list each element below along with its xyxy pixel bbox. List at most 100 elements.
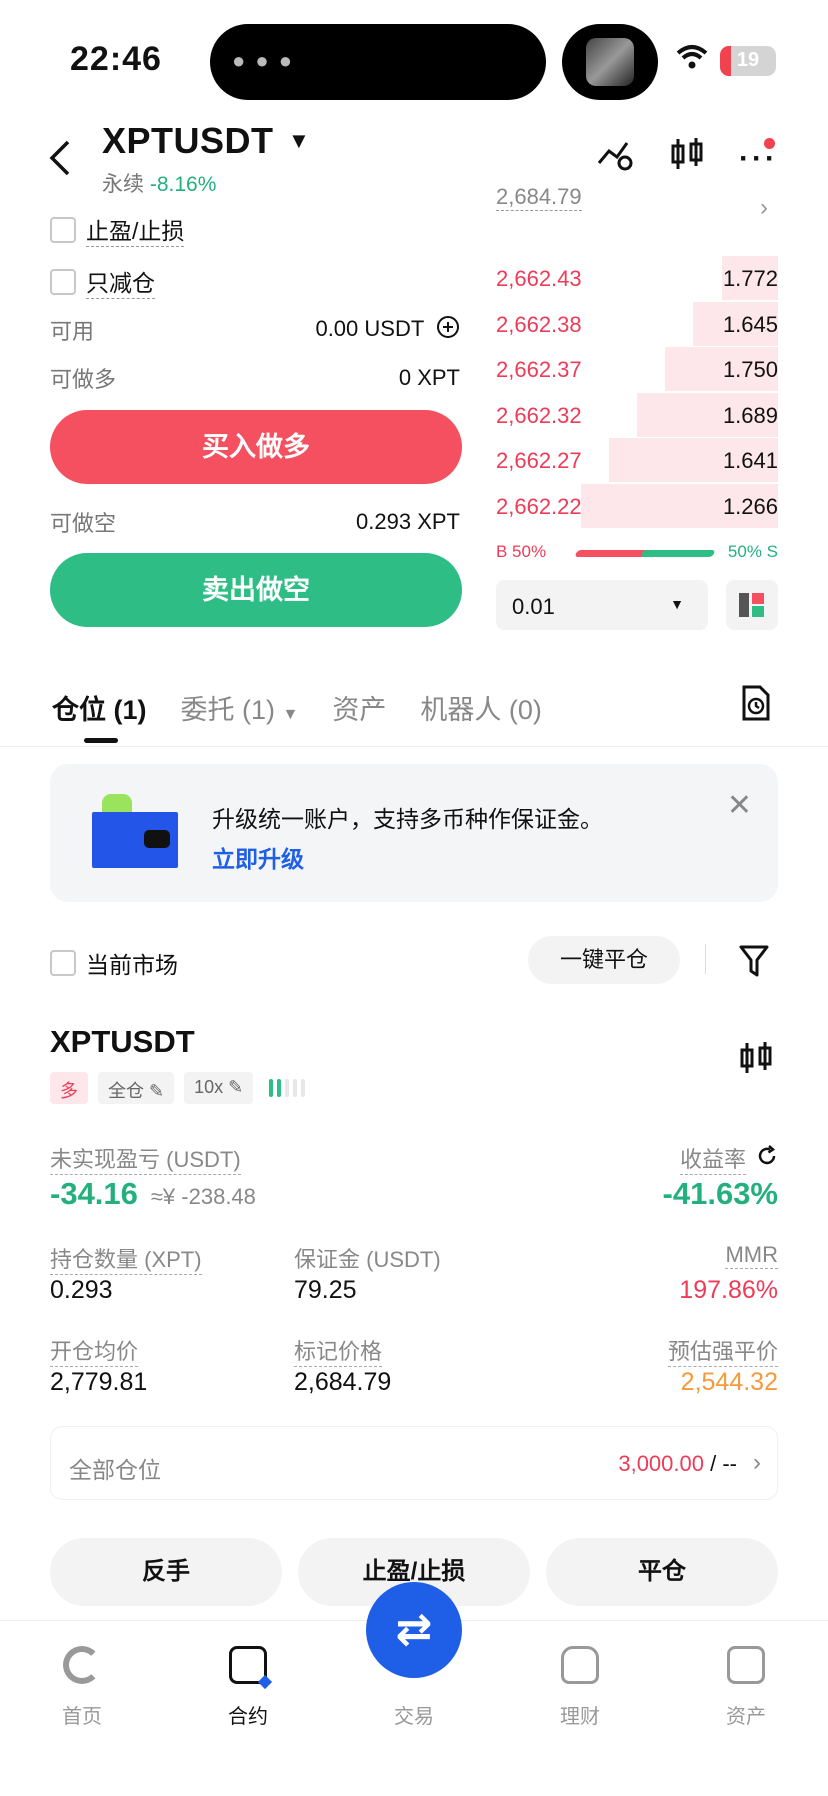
liq-price-value: 2,544.32 (680, 1368, 778, 1396)
caret-down-icon: ▼ (282, 706, 299, 723)
caret-down-icon: ▼ (670, 596, 684, 612)
orderbook-row[interactable]: 2,662.37 1.750 (496, 347, 778, 391)
close-position-button[interactable]: 平仓 (546, 1538, 778, 1606)
nav-finance-label: 理财 (560, 1706, 600, 1728)
tpsl-label: 止盈/止损 (86, 212, 185, 247)
nav-home[interactable]: 首页 (32, 1646, 132, 1729)
back-icon[interactable] (48, 138, 72, 188)
orderbook-row[interactable]: 2,662.22 1.266 (496, 483, 778, 528)
orderbook-row[interactable]: 2,662.32 1.689 (496, 392, 778, 437)
orderbook-row[interactable]: 2,662.38 1.645 (496, 301, 778, 346)
current-market-checkbox[interactable]: 当前市场 (50, 946, 178, 980)
side-tag: 多 (50, 1072, 88, 1104)
nav-assets[interactable]: 资产 (696, 1646, 796, 1729)
size-label: 持仓数量 (XPT) (50, 1242, 202, 1275)
upgrade-banner[interactable]: 升级统一账户，支持多币种作保证金。 立即升级 ✕ (50, 764, 778, 902)
status-bar: 22:46 ● ● ● 19 (0, 0, 828, 120)
leverage-tag[interactable]: 10x ✎ (184, 1072, 254, 1104)
symbol-subtitle: 永续 -8.16% (102, 168, 216, 198)
available-value: 0.00 USDT (315, 315, 460, 345)
wallet-nav-icon (727, 1646, 765, 1684)
ask-qty: 1.645 (722, 311, 778, 337)
filter-icon[interactable] (738, 944, 770, 986)
contract-type: 永续 (102, 173, 144, 196)
contract-icon (229, 1646, 273, 1690)
buy-ratio: B 50% (496, 542, 547, 561)
mmr-label: MMR (725, 1242, 778, 1269)
tab-assets[interactable]: 资产 (332, 688, 386, 727)
candlestick-icon[interactable] (669, 136, 705, 181)
can-short-label: 可做空 (50, 511, 117, 536)
refresh-icon[interactable] (756, 1145, 778, 1172)
position-tabs: 仓位 (1) 委托 (1) ▼ 资产 机器人 (0) (52, 688, 542, 727)
buy-sell-ratio: B 50% 50% S (496, 542, 778, 564)
finance-icon (561, 1646, 599, 1684)
home-icon (63, 1646, 101, 1684)
history-icon[interactable] (738, 684, 772, 727)
ask-price: 2,662.22 (496, 493, 582, 519)
entry-price-label: 开仓均价 (50, 1334, 139, 1367)
close-icon[interactable]: ✕ (727, 788, 752, 823)
ask-qty: 1.641 (722, 448, 778, 473)
checkbox-box[interactable] (50, 950, 76, 976)
can-short-value: 0.293 XPT (356, 509, 460, 534)
live-activity (562, 24, 658, 100)
add-funds-icon[interactable] (436, 315, 460, 345)
tabs-divider (0, 746, 828, 747)
all-positions-label: 全部仓位 (69, 1457, 161, 1483)
banner-text: 升级统一账户，支持多币种作保证金。 (212, 806, 603, 832)
checkbox-box[interactable] (50, 216, 76, 243)
current-market-label: 当前市场 (86, 952, 178, 978)
status-time: 22:46 (70, 40, 162, 78)
reduce-only-checkbox[interactable]: 只减仓 (50, 264, 155, 299)
orderbook-row[interactable]: 2,662.27 1.641 (496, 438, 778, 482)
sell-short-button[interactable]: 卖出做空 (50, 553, 462, 627)
entry-price-value: 2,779.81 (50, 1368, 148, 1396)
tab-orders[interactable]: 委托 (1) ▼ (181, 688, 299, 727)
trade-swap-icon[interactable]: ⇄ (366, 1582, 462, 1678)
tab-bots[interactable]: 机器人 (0) (420, 688, 542, 727)
precision-select[interactable]: 0.01 ▼ (496, 580, 708, 630)
ask-qty: 1.266 (722, 493, 778, 519)
sell-ratio-bar (640, 550, 716, 557)
header-toolbar: ··· (595, 136, 778, 181)
available-label: 可用 (50, 319, 95, 344)
mmr-value: 197.86% (679, 1276, 778, 1304)
buy-long-button[interactable]: 买入做多 (50, 410, 462, 484)
nav-finance[interactable]: 理财 (530, 1646, 630, 1729)
nav-trade-label[interactable]: 交易 (366, 1700, 462, 1729)
album-art (586, 38, 634, 86)
orderbook-row[interactable]: 2,662.43 1.772 (496, 256, 778, 300)
tab-positions[interactable]: 仓位 (1) (52, 688, 147, 727)
roe-header: 收益率 (679, 1142, 778, 1175)
upgrade-link[interactable]: 立即升级 (212, 840, 304, 874)
divider (705, 944, 706, 974)
position-tags: 多 全仓 ✎ 10x ✎ (50, 1072, 306, 1104)
close-all-button[interactable]: 一键平仓 (528, 936, 680, 984)
edit-icon: ✎ (149, 1081, 165, 1101)
nav-contract[interactable]: 合约 (198, 1646, 298, 1729)
symbol-title[interactable]: XPTUSDT (102, 120, 274, 162)
can-long-label: 可做多 (50, 367, 117, 392)
more-dots-icon: ● ● ● (232, 48, 295, 73)
checkbox-box[interactable] (50, 268, 76, 295)
orderbook-layout-icon[interactable] (726, 580, 778, 630)
reverse-button[interactable]: 反手 (50, 1538, 282, 1606)
ask-price: 2,662.43 (496, 266, 582, 291)
orderbook-last-price: 2,684.79 (496, 184, 582, 211)
price-alert-icon[interactable] (595, 137, 635, 180)
margin-mode-tag[interactable]: 全仓 ✎ (98, 1072, 175, 1104)
candlestick-icon[interactable] (738, 1040, 774, 1084)
all-positions-row[interactable]: 全部仓位 3,000.00 / -- › (50, 1426, 778, 1500)
position-symbol[interactable]: XPTUSDT (50, 1024, 195, 1060)
chevron-right-icon[interactable]: › (760, 194, 768, 222)
mark-price-value: 2,684.79 (294, 1368, 392, 1396)
tpsl-checkbox[interactable]: 止盈/止损 (50, 212, 185, 247)
sell-ratio: 50% S (727, 542, 778, 561)
ask-qty: 1.750 (722, 357, 778, 382)
precision-value: 0.01 (512, 594, 555, 619)
pnl-value: -34.16 (50, 1176, 138, 1211)
nav-home-label: 首页 (62, 1706, 102, 1728)
wallet-icon (92, 794, 178, 868)
symbol-dropdown-icon[interactable]: ▼ (288, 128, 310, 154)
